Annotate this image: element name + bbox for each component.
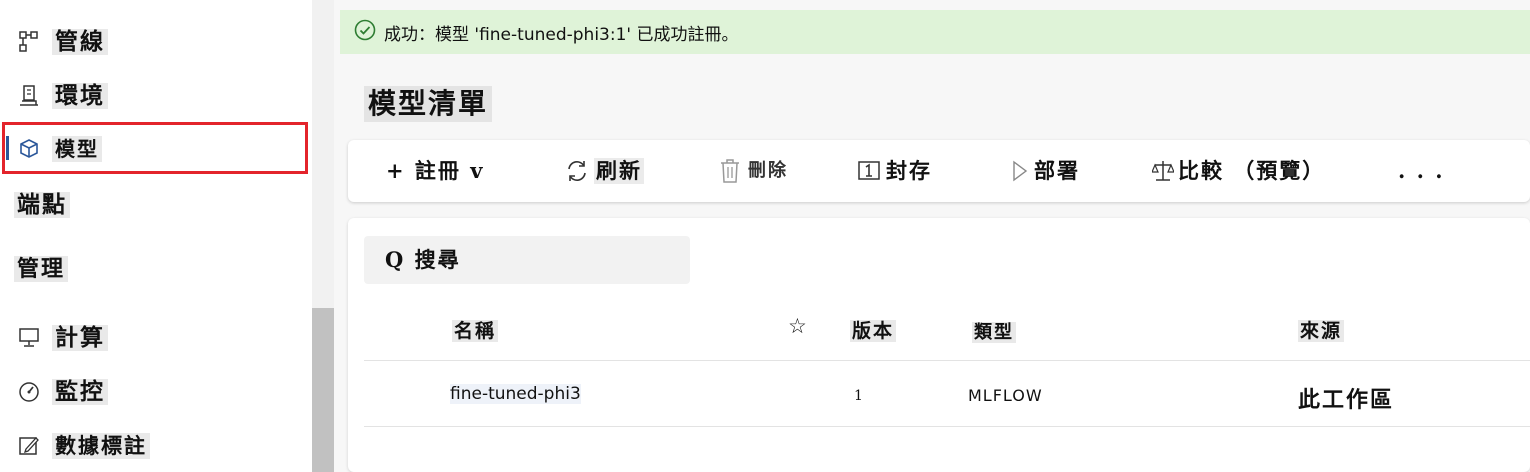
favorite-star-icon[interactable]: ☆: [786, 314, 811, 338]
model-type: MLFLOW: [968, 386, 1043, 405]
row-divider: [364, 426, 1530, 427]
main-content: 成功：模型 'fine-tuned-phi3:1' 已成功註冊。 模型清單 + …: [334, 0, 1530, 472]
sidebar-item-compute[interactable]: 計算: [18, 325, 108, 351]
model-version: 1: [854, 388, 863, 404]
more-label: . . .: [1398, 158, 1445, 183]
search-label: Q 搜尋: [385, 247, 461, 272]
deploy-label: 部署: [1034, 158, 1080, 183]
delete-label: 刪除: [748, 160, 788, 181]
toolbar: + 註冊 v 刷新 刪除 封存 部署 比較 （預覽） . . .: [348, 140, 1530, 202]
sidebar-item-monitoring[interactable]: 監控: [18, 379, 108, 405]
sidebar-item-label: 環境: [52, 83, 108, 109]
archive-label: 封存: [886, 158, 932, 183]
delete-button[interactable]: 刪除: [718, 140, 790, 202]
page-title: 模型清單: [364, 86, 493, 122]
column-header-name[interactable]: 名稱: [452, 316, 499, 343]
deploy-button[interactable]: 部署: [1012, 140, 1082, 202]
compute-icon: [18, 327, 40, 349]
sidebar-item-label: 計算: [52, 325, 108, 351]
archive-button[interactable]: 封存: [858, 140, 934, 202]
sidebar: 管線 環境 模型 端點 管理 計算 監控 數據標註: [0, 0, 312, 472]
column-header-version[interactable]: 版本: [850, 316, 897, 343]
scale-icon: [1152, 159, 1174, 183]
refresh-button[interactable]: 刷新: [564, 140, 644, 202]
sidebar-scrollbar[interactable]: [312, 0, 334, 472]
sidebar-item-data-labeling[interactable]: 數據標註: [18, 433, 150, 459]
sidebar-item-label: 端點: [14, 192, 70, 218]
search-box[interactable]: Q 搜尋: [364, 236, 690, 284]
register-label: + 註冊 v: [386, 158, 485, 183]
sidebar-item-endpoints[interactable]: 端點: [14, 192, 70, 218]
sidebar-item-pipelines[interactable]: 管線: [18, 29, 108, 55]
column-header-source[interactable]: 來源: [1298, 316, 1345, 343]
selected-item-highlight: [2, 122, 308, 174]
refresh-icon: [564, 158, 590, 184]
sidebar-item-environments[interactable]: 環境: [18, 83, 108, 109]
success-message: 成功：模型 'fine-tuned-phi3:1' 已成功註冊。: [384, 24, 739, 45]
model-list-panel: Q 搜尋 名稱 ☆ 版本 類型 來源 fine-tuned-phi3 1 MLF…: [348, 218, 1530, 472]
more-button[interactable]: . . .: [1396, 140, 1447, 202]
gauge-icon: [18, 381, 40, 403]
trash-icon: [718, 158, 742, 184]
pipeline-icon: [18, 31, 40, 53]
environment-icon: [18, 85, 40, 107]
compare-label: 比較 （預覽）: [1178, 158, 1326, 183]
check-circle-icon: [354, 19, 376, 45]
play-icon: [1012, 160, 1028, 182]
sidebar-item-label: 監控: [52, 379, 108, 405]
sidebar-section-manage: 管理: [14, 256, 69, 282]
sidebar-item-label: 數據標註: [52, 433, 150, 459]
header-divider: [364, 360, 1530, 361]
refresh-label: 刷新: [594, 158, 644, 184]
model-name-link[interactable]: fine-tuned-phi3: [450, 384, 581, 404]
sidebar-item-label: 管線: [52, 29, 108, 55]
labeling-icon: [18, 435, 40, 457]
scrollbar-thumb[interactable]: [312, 308, 334, 472]
success-banner: 成功：模型 'fine-tuned-phi3:1' 已成功註冊。: [340, 10, 1530, 54]
column-header-type[interactable]: 類型: [972, 318, 1016, 344]
archive-icon: [858, 161, 880, 181]
compare-button[interactable]: 比較 （預覽）: [1152, 140, 1327, 202]
model-source: 此工作區: [1298, 387, 1395, 413]
register-button[interactable]: + 註冊 v: [384, 140, 486, 202]
